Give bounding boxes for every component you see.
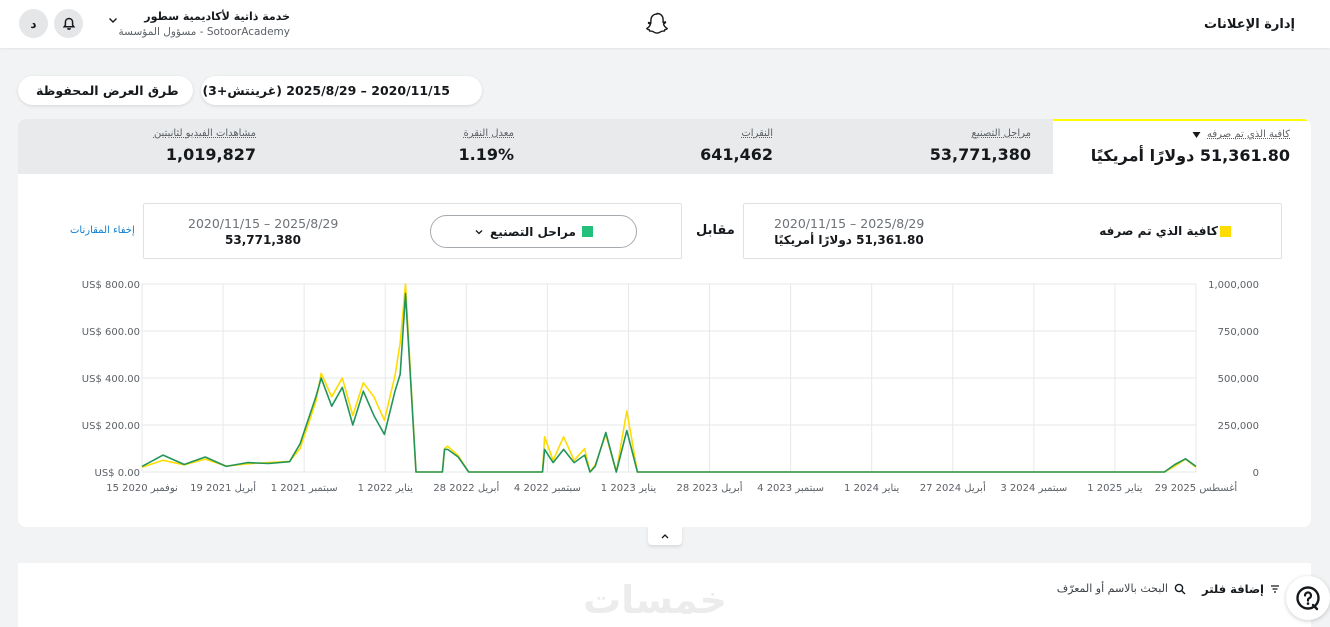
- account-subtitle: SotoorAcademy - مسؤول المؤسسة: [118, 26, 290, 38]
- x-tick-label: 28 أبريل 2022: [433, 481, 499, 494]
- performance-chart: US$ 0.00 0 US$ 200.00 250,000 US$ 400.00 500,…: [18, 269, 1311, 499]
- y-right-tick-label: 500,000: [1218, 374, 1259, 385]
- date-range-picker[interactable]: 2020/11/15 – 2025/8/29 (غرينتش+3): [201, 76, 482, 105]
- notifications-button[interactable]: [54, 9, 83, 38]
- comparison-dates: 2020/11/15 – 2025/8/29: [774, 216, 925, 231]
- comparison-metric-label: كافية الذي تم صرفه: [1099, 224, 1218, 238]
- x-tick-label: 4 سبتمبر 2023: [757, 483, 824, 494]
- saved-views-dropdown[interactable]: طرق العرض المحفوظة: [18, 76, 193, 105]
- y-right-tick-label: 750,000: [1218, 327, 1259, 338]
- stats-strip: مراحل التصنيع 53,771,380 النقرات 641,462…: [18, 119, 1053, 174]
- stat-impressions[interactable]: مراحل التصنيع 53,771,380: [930, 128, 1031, 164]
- spend-swatch: [1220, 225, 1231, 237]
- chevron-down-icon[interactable]: [107, 14, 119, 26]
- caret-down-icon: [1192, 131, 1201, 138]
- stat-video-views[interactable]: مشاهدات الفيديو لثانيتين 1,019,827: [154, 128, 256, 164]
- x-tick-label: 1 يناير 2025: [1087, 483, 1143, 494]
- chart-svg: US$ 0.00 0 US$ 200.00 250,000 US$ 400.00 500,…: [82, 280, 1259, 494]
- x-tick-label: 29 أغسطس 2025: [1155, 481, 1238, 494]
- x-tick-label: 19 أبريل 2021: [190, 481, 256, 494]
- comparison-value: 53,771,380: [225, 233, 301, 247]
- y-right-tick-label: 0: [1253, 468, 1259, 479]
- ads-manager-menu[interactable]: إدارة الإعلانات: [1203, 14, 1295, 34]
- search-icon: [1174, 583, 1186, 594]
- comparison-dates: 2020/11/15 – 2025/8/29: [188, 216, 339, 231]
- comparison-metric-dropdown[interactable]: مراحل التصنيع: [430, 215, 637, 248]
- impressions-series-line: [141, 292, 1197, 473]
- x-tick-label: 4 سبتمبر 2022: [514, 483, 581, 494]
- x-tick-label: 3 سبتمبر 2024: [1000, 483, 1067, 494]
- versus-label: مقابل: [696, 223, 735, 238]
- search-placeholder: البحث بالاسم أو المعرّف: [1056, 582, 1168, 595]
- impressions-swatch: [581, 226, 593, 237]
- x-tick-label: 1 يناير 2024: [844, 483, 900, 494]
- add-filter-label: إضافة فلتر: [1202, 582, 1264, 596]
- hide-comparisons-link[interactable]: إخفاء المقارنات: [70, 225, 135, 236]
- comparison-value: 51,361.80 دولارًا أمريكيًا: [774, 233, 924, 247]
- performance-card: مراحل التصنيع 53,771,380 النقرات 641,462…: [18, 119, 1311, 527]
- x-tick-label: 28 أبريل 2023: [677, 481, 743, 494]
- comparison-left-panel: 2020/11/15 – 2025/8/29 53,771,380 مراحل …: [143, 203, 682, 259]
- stat-value: 51,361.80 دولارًا أمريكيًا: [1090, 146, 1290, 165]
- stat-value: 1,019,827: [165, 145, 256, 164]
- y-left-tick-label: US$ 200.00: [82, 421, 140, 432]
- stat-label: كافية الذي تم صرفه: [1207, 129, 1290, 140]
- help-icon: [1296, 586, 1320, 611]
- date-range-label: 2020/11/15 – 2025/8/29 (غرينتش+3): [202, 83, 450, 98]
- top-bar: د خدمة ذاتية لأكاديمية سطور SotoorAcadem…: [0, 0, 1330, 48]
- comparison-metric-label: مراحل التصنيع: [490, 224, 576, 239]
- x-tick-label: 1 يناير 2023: [601, 483, 657, 494]
- account-name[interactable]: خدمة ذاتية لأكاديمية سطور: [120, 10, 290, 23]
- chevron-up-icon: [661, 533, 669, 538]
- watermark: خمسات: [583, 578, 727, 622]
- snapchat-ghost-icon[interactable]: [644, 11, 670, 37]
- search-input[interactable]: البحث بالاسم أو المعرّف: [1057, 582, 1186, 595]
- add-filter-button[interactable]: إضافة فلتر: [1202, 582, 1280, 596]
- saved-views-label: طرق العرض المحفوظة: [36, 83, 179, 98]
- comparison-metric: كافية الذي تم صرفه: [1099, 224, 1231, 238]
- chevron-down-icon: [475, 229, 483, 234]
- y-left-tick-label: US$ 0.00: [95, 468, 140, 479]
- y-right-tick-label: 1,000,000: [1208, 280, 1259, 291]
- metric-selector[interactable]: كافية الذي تم صرفه: [1053, 129, 1290, 140]
- x-tick-label: 27 أبريل 2024: [920, 481, 986, 494]
- x-tick-label: 15 نوفمبر 2020: [106, 483, 178, 494]
- stat-label: النقرات: [741, 128, 773, 139]
- stat-spend-selected[interactable]: كافية الذي تم صرفه 51,361.80 دولارًا أمر…: [1053, 119, 1311, 174]
- avatar[interactable]: د: [19, 9, 48, 38]
- stat-swipe-rate[interactable]: معدل النقرة 1.19%: [458, 128, 514, 164]
- x-tick-label: 1 يناير 2022: [358, 483, 414, 494]
- x-tick-label: 1 سبتمبر 2021: [271, 483, 338, 494]
- stat-label: مراحل التصنيع: [971, 128, 1031, 139]
- comparison-right-panel: 2020/11/15 – 2025/8/29 51,361.80 دولارًا…: [743, 203, 1282, 259]
- y-left-tick-label: US$ 800.00: [82, 280, 140, 291]
- stat-label: مشاهدات الفيديو لثانيتين: [153, 128, 256, 139]
- stat-value: 53,771,380: [929, 145, 1031, 164]
- y-left-tick-label: US$ 400.00: [82, 374, 140, 385]
- y-right-tick-label: 250,000: [1218, 421, 1259, 432]
- stat-swipes[interactable]: النقرات 641,462: [700, 128, 773, 164]
- stat-value: 1.19%: [458, 145, 514, 164]
- stat-value: 641,462: [700, 145, 773, 164]
- stat-label: معدل النقرة: [463, 128, 514, 139]
- y-left-tick-label: US$ 600.00: [82, 327, 140, 338]
- bell-icon: [62, 17, 75, 30]
- help-button[interactable]: [1286, 576, 1330, 620]
- collapse-chart-button[interactable]: [648, 526, 682, 545]
- ads-manager-label: إدارة الإعلانات: [1204, 16, 1295, 32]
- filter-icon: [1271, 585, 1279, 593]
